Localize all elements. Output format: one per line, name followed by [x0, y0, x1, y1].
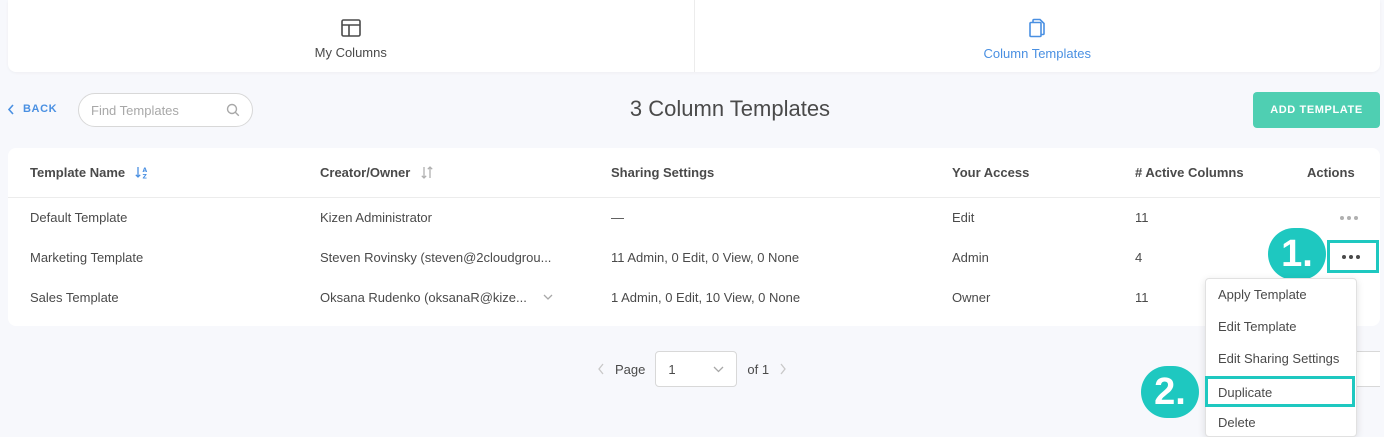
cell-owner: Steven Rovinsky (steven@2cloudgrou... — [320, 250, 552, 265]
cell-active-columns: 4 — [1135, 250, 1143, 265]
chevron-down-icon — [713, 366, 724, 372]
sort-az-icon[interactable]: A Z — [135, 166, 149, 179]
header-label: Creator/Owner — [320, 165, 411, 180]
cell-sharing: 1 Admin, 0 Edit, 10 View, 0 None — [611, 290, 801, 305]
columns-icon — [340, 18, 361, 37]
cell-owner: Kizen Administrator — [320, 210, 432, 225]
cell-owner: Oksana Rudenko (oksanaR@kize... — [320, 290, 527, 305]
header-label: # Active Columns — [1135, 165, 1244, 180]
menu-item-edit-template[interactable]: Edit Template — [1218, 319, 1297, 334]
header-template-name[interactable]: Template Name A Z — [30, 165, 149, 180]
header-actions: Actions — [1307, 165, 1355, 180]
cell-access: Owner — [952, 290, 991, 305]
step-marker-1: 1. — [1268, 228, 1326, 280]
header-sharing-settings: Sharing Settings — [611, 165, 714, 180]
header-label: Template Name — [30, 165, 126, 180]
actions-highlight[interactable] — [1327, 240, 1379, 273]
add-template-button[interactable]: ADD TEMPLATE — [1253, 92, 1380, 128]
more-actions-icon[interactable] — [1340, 216, 1358, 220]
tab-my-columns[interactable]: My Columns — [8, 0, 694, 72]
tab-column-templates-label: Column Templates — [983, 45, 1091, 61]
templates-table: Template Name A Z Creator/Owner Sharing … — [8, 148, 1380, 326]
chevron-down-icon[interactable] — [543, 294, 553, 301]
page-select[interactable]: 1 — [655, 351, 738, 387]
tab-column-templates[interactable]: Column Templates — [693, 0, 1381, 72]
page-of-label: of 1 — [747, 361, 770, 377]
copy-icon — [1029, 18, 1046, 37]
menu-item-apply-template[interactable]: Apply Template — [1218, 287, 1307, 302]
table-header: Template Name A Z Creator/Owner Sharing … — [8, 148, 1380, 198]
menu-item-duplicate[interactable]: Duplicate — [1218, 385, 1272, 400]
more-actions-icon[interactable] — [1342, 255, 1360, 259]
header-active-columns: # Active Columns — [1135, 165, 1244, 180]
chevron-left-icon[interactable] — [597, 363, 605, 375]
duplicate-highlight[interactable]: Duplicate — [1205, 376, 1355, 407]
cell-active-columns: 11 — [1135, 290, 1149, 305]
table-row: Marketing Template Steven Rovinsky (stev… — [8, 238, 1380, 278]
header-creator-owner[interactable]: Creator/Owner — [320, 165, 434, 180]
page-title: 3 Column Templates — [629, 96, 831, 121]
cell-access: Admin — [952, 250, 989, 265]
svg-text:Z: Z — [143, 174, 148, 180]
cell-active-columns: 11 — [1135, 210, 1149, 225]
step-marker-2: 2. — [1141, 366, 1199, 418]
page-label: Page — [615, 361, 646, 377]
cell-sharing: 11 Admin, 0 Edit, 0 View, 0 None — [611, 250, 800, 265]
header-your-access: Your Access — [952, 165, 1029, 180]
header-label: Actions — [1307, 165, 1355, 180]
cell-sharing: — — [611, 210, 624, 225]
header-label: Sharing Settings — [611, 165, 715, 180]
view-tabs: My Columns Column Templates — [8, 0, 1380, 72]
actions-menu: Apply Template Edit Template Edit Sharin… — [1205, 278, 1357, 437]
cell-template-name: Sales Template — [30, 290, 119, 305]
header-label: Your Access — [952, 165, 1030, 180]
sort-icon[interactable] — [420, 166, 434, 179]
tab-my-columns-label: My Columns — [314, 44, 387, 60]
chevron-right-icon[interactable] — [779, 363, 787, 375]
table-row: Default Template Kizen Administrator — E… — [8, 198, 1380, 238]
cell-access: Edit — [952, 210, 975, 225]
menu-item-edit-sharing-settings[interactable]: Edit Sharing Settings — [1218, 351, 1339, 366]
cell-template-name: Default Template — [30, 210, 128, 225]
page-select-value: 1 — [668, 361, 676, 377]
pagination: Page 1 of 1 — [597, 351, 787, 387]
cell-template-name: Marketing Template — [30, 250, 144, 265]
table-row: Sales Template Oksana Rudenko (oksanaR@k… — [8, 278, 1380, 318]
menu-item-delete[interactable]: Delete — [1218, 415, 1256, 430]
